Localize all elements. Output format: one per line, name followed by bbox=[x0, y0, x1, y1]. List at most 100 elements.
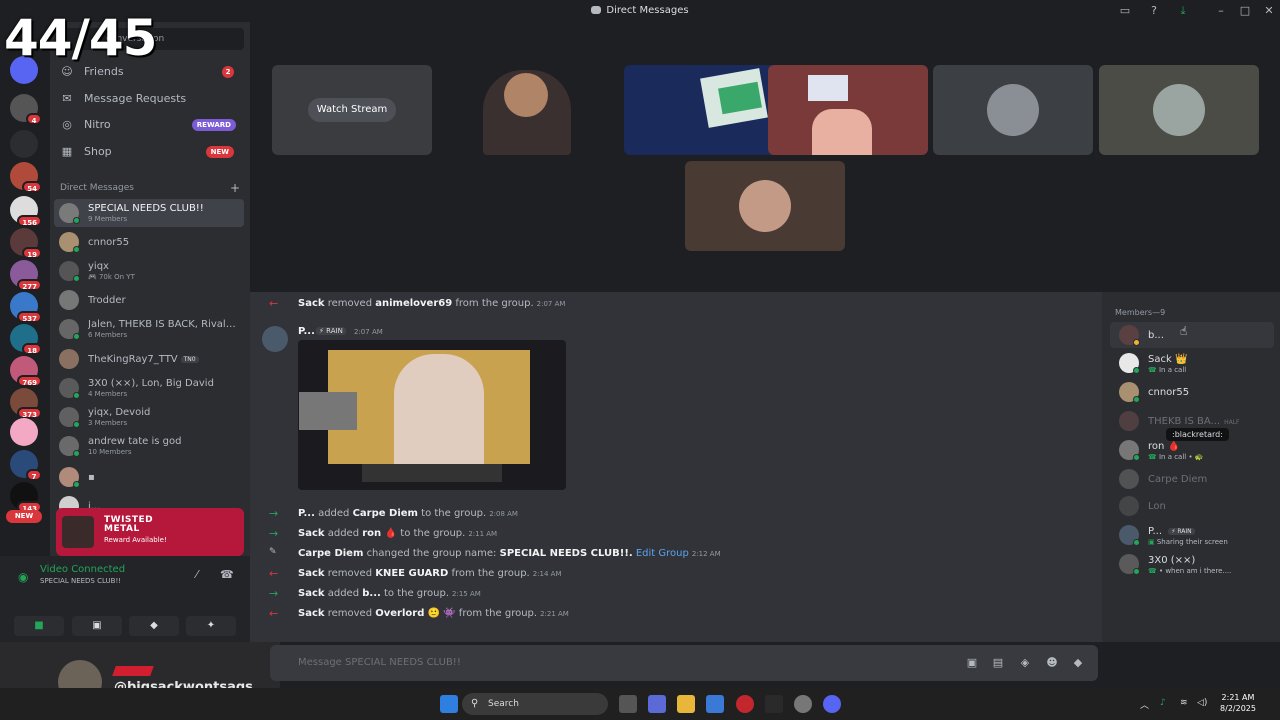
nav-nitro[interactable]: ◎ Nitro REWARD bbox=[54, 113, 244, 137]
nav-shop[interactable]: ▦ Shop NEW bbox=[54, 140, 244, 164]
sticker-icon[interactable]: ◈ bbox=[1017, 655, 1033, 671]
author-name[interactable]: P... bbox=[298, 326, 315, 337]
screen-share-icon[interactable]: ▭ bbox=[1117, 3, 1133, 19]
screen-share-icon: ▣ bbox=[1148, 538, 1155, 546]
microphone-icon[interactable]: ♪ bbox=[1160, 698, 1166, 708]
server-icon[interactable]: 7 bbox=[10, 450, 42, 481]
download-icon[interactable]: ⤓ bbox=[1175, 3, 1191, 19]
shop-icon: ▦ bbox=[61, 145, 73, 158]
dm-item-andrew-tate-group[interactable]: andrew tate is god 10 Members bbox=[54, 432, 244, 460]
member-item[interactable]: Lon bbox=[1110, 493, 1274, 519]
video-tile[interactable] bbox=[1099, 65, 1259, 155]
emoji-tooltip: :blackretard: bbox=[1166, 428, 1229, 441]
dm-item[interactable]: ▪ bbox=[54, 463, 244, 491]
reward-badge: REWARD bbox=[191, 119, 236, 131]
minimize-button[interactable]: – bbox=[1213, 3, 1229, 19]
leave-arrow-icon: ← bbox=[269, 607, 279, 620]
message-list: ← Sack removed animelover69 from the gro… bbox=[250, 292, 1102, 642]
taskbar-search[interactable]: ⚲ Search bbox=[462, 693, 608, 715]
new-servers-pill[interactable]: NEW bbox=[6, 510, 42, 523]
noise-suppression-icon[interactable]: ⁄ bbox=[196, 568, 198, 581]
server-icon[interactable]: 769 bbox=[10, 356, 42, 387]
create-dm-icon[interactable]: + bbox=[230, 181, 240, 195]
wifi-icon[interactable]: ≋ bbox=[1180, 698, 1188, 708]
dm-item-trodder[interactable]: Trodder bbox=[54, 286, 244, 314]
mail-icon: ✉ bbox=[62, 92, 72, 105]
status-dot bbox=[1133, 339, 1140, 346]
server-icon[interactable]: 19 bbox=[10, 228, 42, 259]
video-tile[interactable] bbox=[685, 161, 845, 251]
dm-item-cnnor55[interactable]: cnnor55 bbox=[54, 228, 244, 256]
terminal-icon[interactable] bbox=[765, 695, 783, 713]
status-dot bbox=[1133, 367, 1140, 374]
apps-icon[interactable]: ◆ bbox=[1070, 655, 1086, 671]
nav-message-requests[interactable]: ✉ Message Requests bbox=[54, 87, 244, 111]
server-icon[interactable]: 54 bbox=[10, 162, 42, 193]
dm-item-yiqx[interactable]: yiqx 🎮 70k On YT bbox=[54, 257, 244, 285]
windows-taskbar: ⚲ Search ︿ ♪ ≋ ◁) 2:21 AM 8/2/2025 bbox=[0, 688, 1280, 720]
copilot-icon[interactable] bbox=[648, 695, 666, 713]
server-icon[interactable]: 156 bbox=[10, 196, 42, 227]
server-icon[interactable]: 373 bbox=[10, 388, 42, 419]
member-item[interactable]: 3X0 (××) ☎ • when am i there.... bbox=[1110, 551, 1274, 577]
system-message: ✎ Carpe Diem changed the group name: SPE… bbox=[269, 547, 721, 559]
server-tag: ⚡ RAIN bbox=[316, 327, 346, 335]
dm-item-3x0-group[interactable]: 3X0 (××), Lon, Big David 4 Members bbox=[54, 374, 244, 402]
volume-icon[interactable]: ◁) bbox=[1197, 698, 1207, 708]
server-icon[interactable]: 4 bbox=[10, 94, 42, 125]
member-item[interactable]: Sack 👑 ☎ In a call bbox=[1110, 350, 1274, 376]
dm-item-jalen-group[interactable]: Jalen, THEKB IS BACK, Rivals... 6 Member… bbox=[54, 315, 244, 343]
member-item[interactable]: P... ⚡ RAIN ▣ Sharing their screen bbox=[1110, 522, 1274, 548]
avatar[interactable] bbox=[262, 326, 288, 352]
system-message: ← Sack removed animelover69 from the gro… bbox=[269, 297, 566, 310]
watch-stream-button[interactable]: Watch Stream bbox=[308, 98, 396, 122]
file-explorer-icon[interactable] bbox=[677, 695, 695, 713]
dm-item-thekingray7[interactable]: TheKingRay7_TTV TN0 bbox=[54, 345, 244, 373]
edit-group-link[interactable]: Edit Group bbox=[636, 548, 689, 559]
member-item[interactable]: cnnor55 bbox=[1110, 379, 1274, 405]
voice-connection-panel: ◉ Video Connected SPECIAL NEEDS CLUB!! ⁄… bbox=[0, 556, 250, 642]
dm-item-special-needs-club[interactable]: SPECIAL NEEDS CLUB!! 9 Members bbox=[54, 199, 244, 227]
clock[interactable]: 2:21 AM 8/2/2025 bbox=[1216, 692, 1260, 714]
start-icon[interactable] bbox=[440, 695, 458, 713]
obs-icon[interactable] bbox=[794, 695, 812, 713]
soundboard-button[interactable]: ✦ bbox=[186, 616, 236, 636]
dm-item-yiqx-devoid[interactable]: yiqx, Devoid 3 Members bbox=[54, 403, 244, 431]
task-view-icon[interactable] bbox=[619, 695, 637, 713]
activity-button[interactable]: ◆ bbox=[129, 616, 179, 636]
close-button[interactable]: ✕ bbox=[1261, 3, 1277, 19]
message-input[interactable]: Message SPECIAL NEEDS CLUB!! bbox=[298, 657, 461, 668]
call-icon: ☎ bbox=[1148, 366, 1157, 374]
status-dot bbox=[1133, 454, 1140, 461]
video-tile[interactable] bbox=[768, 65, 928, 155]
folder-icon[interactable] bbox=[10, 130, 38, 158]
member-item[interactable]: b... bbox=[1110, 322, 1274, 348]
help-icon[interactable]: ? bbox=[1146, 3, 1162, 19]
opera-icon[interactable] bbox=[736, 695, 754, 713]
video-tile[interactable] bbox=[438, 65, 598, 155]
video-tile[interactable] bbox=[624, 65, 784, 155]
disconnect-icon[interactable]: ☎ bbox=[220, 568, 234, 581]
attached-image[interactable] bbox=[298, 340, 566, 490]
status-dot bbox=[73, 392, 80, 399]
tray-chevron-icon[interactable]: ︿ bbox=[1140, 698, 1149, 711]
server-icon[interactable] bbox=[10, 418, 38, 446]
server-tag: TN0 bbox=[180, 356, 199, 363]
emoji-icon[interactable]: ☻ bbox=[1044, 655, 1060, 671]
server-icon[interactable]: 537 bbox=[10, 292, 42, 323]
maximize-button[interactable]: □ bbox=[1237, 3, 1253, 19]
store-icon[interactable] bbox=[706, 695, 724, 713]
video-tile[interactable] bbox=[933, 65, 1093, 155]
gif-icon[interactable]: ▤ bbox=[990, 655, 1006, 671]
server-icon[interactable]: 277 bbox=[10, 260, 42, 291]
discord-icon[interactable] bbox=[823, 695, 841, 713]
stream-tile[interactable]: Watch Stream bbox=[272, 65, 432, 155]
member-item[interactable]: Carpe Diem bbox=[1110, 466, 1274, 492]
reward-promo-banner[interactable]: TWISTED METAL Reward Available! bbox=[56, 508, 244, 556]
message-composer[interactable]: Message SPECIAL NEEDS CLUB!! ▣ ▤ ◈ ☻ ◆ bbox=[270, 645, 1098, 681]
gift-icon[interactable]: ▣ bbox=[964, 655, 980, 671]
camera-button[interactable]: ■ bbox=[14, 616, 64, 636]
server-icon[interactable]: 143 bbox=[10, 482, 42, 513]
server-icon[interactable]: 18 bbox=[10, 324, 42, 355]
screen-share-button[interactable]: ▣ bbox=[72, 616, 122, 636]
